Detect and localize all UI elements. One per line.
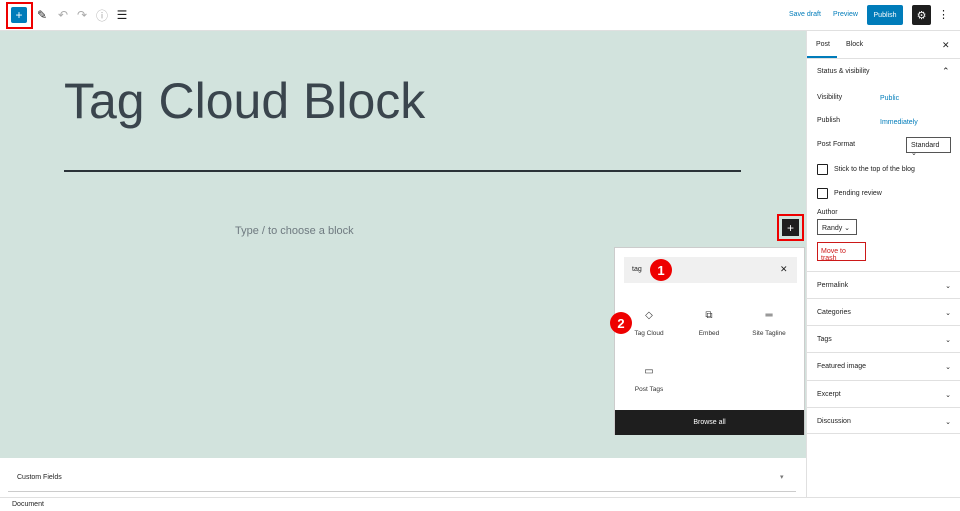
panel-title: Excerpt <box>817 391 841 398</box>
panel-permalink[interactable]: Permalink ⌄ <box>807 271 960 298</box>
chevron-down-icon: ⌄ <box>945 364 951 371</box>
separator-block <box>64 170 741 172</box>
item-label: Post Tags <box>634 386 664 393</box>
select-value: Standard <box>911 142 940 149</box>
panel-discussion[interactable]: Discussion ⌄ <box>807 407 960 434</box>
item-label: Embed <box>698 330 720 337</box>
panel-title: Tags <box>817 336 832 343</box>
active-tab-indicator <box>807 56 837 58</box>
sidebar-tabs: Post Block ✕ <box>807 31 960 59</box>
status-visibility-heading[interactable]: Status & visibility <box>817 68 870 75</box>
highlight-box <box>6 2 33 29</box>
caret-down-icon: ▾ <box>780 474 784 481</box>
post-title[interactable]: Tag Cloud Block <box>64 72 425 130</box>
edit-tool-icon[interactable]: ✎ <box>34 7 50 23</box>
publish-date-toggle[interactable]: Immediately <box>880 119 918 126</box>
search-value: tag <box>632 266 642 273</box>
block-placeholder[interactable]: Type / to choose a block <box>235 225 354 237</box>
annotation-badge: 1 <box>650 259 672 281</box>
select-value: Randy <box>822 225 843 232</box>
post-format-label: Post Format <box>817 141 856 148</box>
tab-block[interactable]: Block <box>846 41 863 48</box>
browse-all-button[interactable]: Browse all <box>615 410 804 435</box>
move-to-trash-button[interactable]: Move to trash <box>817 242 866 262</box>
panel-categories[interactable]: Categories ⌄ <box>807 298 960 325</box>
sticky-checkbox[interactable] <box>817 164 828 175</box>
custom-fields-title: Custom Fields <box>17 474 62 481</box>
block-item-post-tags[interactable]: ▭ Post Tags <box>619 366 679 393</box>
visibility-toggle[interactable]: Public <box>880 95 899 102</box>
settings-sidebar: Post Block ✕ Status & visibility ⌃ Visib… <box>806 31 960 497</box>
preview-button[interactable]: Preview <box>833 11 858 18</box>
custom-fields-panel[interactable]: Custom Fields ▾ <box>8 466 796 492</box>
pending-label: Pending review <box>834 190 882 197</box>
panel-title: Discussion <box>817 418 851 425</box>
top-toolbar: + ✎ ↶ ↷ ⓘ ☰ Save draft Preview Publish ⚙… <box>0 0 960 31</box>
panel-title: Categories <box>817 309 851 316</box>
clear-search-icon[interactable]: ✕ <box>780 264 788 275</box>
redo-icon[interactable]: ↷ <box>74 7 90 23</box>
panel-tags[interactable]: Tags ⌄ <box>807 325 960 352</box>
chevron-up-icon[interactable]: ⌃ <box>942 66 950 77</box>
more-options-icon[interactable]: ⋮ <box>938 8 949 21</box>
save-draft-button[interactable]: Save draft <box>789 11 821 18</box>
publish-label: Publish <box>817 117 840 124</box>
author-label: Author <box>817 209 838 216</box>
block-item-embed[interactable]: ⧉ Embed <box>679 310 739 337</box>
visibility-label: Visibility <box>817 94 843 101</box>
tab-post[interactable]: Post <box>816 41 830 48</box>
sticky-label: Stick to the top of the blog <box>834 166 915 173</box>
breadcrumb-document[interactable]: Document <box>12 501 44 508</box>
author-select[interactable]: Randy ⌄ <box>817 219 857 235</box>
highlight-box <box>777 214 804 241</box>
close-sidebar-icon[interactable]: ✕ <box>942 40 950 51</box>
settings-gear-icon[interactable]: ⚙ <box>912 5 931 25</box>
list-view-icon[interactable]: ☰ <box>114 7 130 23</box>
panel-title: Permalink <box>817 282 849 289</box>
block-item-site-tagline[interactable]: ═ Site Tagline <box>739 310 799 337</box>
footer-bar: Document <box>0 497 960 511</box>
pending-review-checkbox[interactable] <box>817 188 828 199</box>
info-icon[interactable]: ⓘ <box>94 7 110 23</box>
panel-featured-image[interactable]: Featured image ⌄ <box>807 352 960 379</box>
post-format-select[interactable]: Standard ⌄ <box>906 137 951 157</box>
publish-button[interactable]: Publish <box>867 5 903 25</box>
post-tags-icon: ▭ <box>644 366 654 377</box>
embed-icon: ⧉ <box>705 310 713 321</box>
item-label: Site Tagline <box>752 330 786 337</box>
annotation-badge: 2 <box>610 312 632 334</box>
undo-icon[interactable]: ↶ <box>55 7 71 23</box>
chevron-down-icon: ⌄ <box>945 283 951 290</box>
item-label: Tag Cloud <box>634 330 664 337</box>
tagline-icon: ═ <box>765 310 773 321</box>
panel-excerpt[interactable]: Excerpt ⌄ <box>807 380 960 407</box>
chevron-down-icon: ⌄ <box>945 392 951 399</box>
chevron-down-icon: ⌄ <box>945 310 951 317</box>
block-inserter-popup: tag ✕ ◇ Tag Cloud ⧉ Embed ═ Site Tagline ▭ P… <box>614 247 805 435</box>
chevron-down-icon: ⌄ <box>945 337 951 344</box>
chevron-down-icon: ⌄ <box>945 419 951 426</box>
panel-title: Featured image <box>817 363 867 370</box>
